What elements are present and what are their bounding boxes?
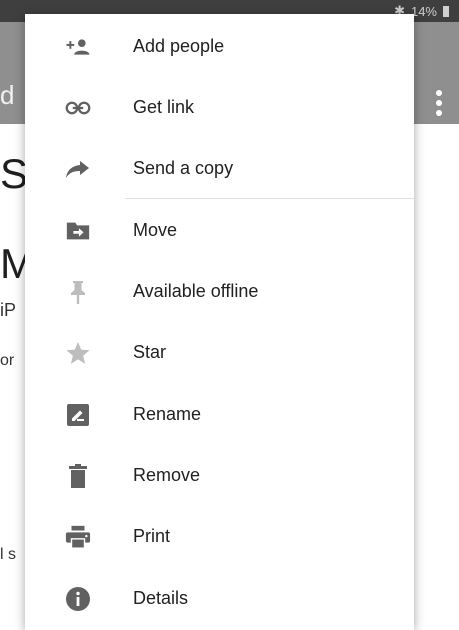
- menu-item-star[interactable]: Star: [25, 322, 414, 383]
- menu-item-label: Star: [133, 342, 167, 362]
- menu-item-label: Remove: [133, 465, 201, 485]
- menu-item-label: Available offline: [133, 281, 259, 301]
- menu-item-details[interactable]: Details: [25, 568, 414, 629]
- background-text: or: [0, 352, 15, 369]
- background-text: l s: [0, 546, 16, 563]
- star-icon: [65, 340, 91, 366]
- printer-icon: [65, 524, 91, 550]
- menu-item-label: Get link: [133, 97, 195, 117]
- menu-item-label: Move: [133, 220, 178, 240]
- trash-icon: [65, 463, 91, 489]
- pin-icon: [65, 279, 91, 305]
- menu-item-get-link[interactable]: Get link: [25, 77, 414, 138]
- menu-divider: [125, 198, 414, 199]
- menu-item-send-a-copy[interactable]: Send a copy: [25, 138, 414, 199]
- share-arrow-icon: [65, 156, 91, 182]
- battery-icon: [443, 5, 449, 17]
- file-actions-menu: Add people Get link Send a copy Move Ava…: [25, 14, 414, 630]
- menu-item-add-people[interactable]: Add people: [25, 16, 414, 77]
- app-bar-title: d: [0, 80, 15, 110]
- overflow-menu-icon[interactable]: [435, 90, 443, 116]
- background-text: iP: [0, 300, 17, 320]
- background-text: S: [0, 150, 29, 197]
- link-icon: [65, 95, 91, 121]
- person-add-icon: [65, 34, 91, 60]
- menu-item-label: Send a copy: [133, 158, 234, 178]
- battery-label: 14%: [410, 3, 437, 19]
- menu-item-available-offline[interactable]: Available offline: [25, 261, 414, 322]
- menu-item-remove[interactable]: Remove: [25, 445, 414, 506]
- menu-item-label: Rename: [133, 404, 202, 424]
- menu-item-label: Details: [133, 588, 189, 608]
- menu-item-label: Add people: [133, 36, 225, 56]
- menu-item-print[interactable]: Print: [25, 506, 414, 567]
- menu-item-move[interactable]: Move: [25, 200, 414, 261]
- folder-move-icon: [65, 218, 91, 244]
- rename-icon: [65, 402, 91, 428]
- menu-item-rename[interactable]: Rename: [25, 384, 414, 445]
- menu-item-label: Print: [133, 526, 171, 546]
- info-icon: [65, 586, 91, 612]
